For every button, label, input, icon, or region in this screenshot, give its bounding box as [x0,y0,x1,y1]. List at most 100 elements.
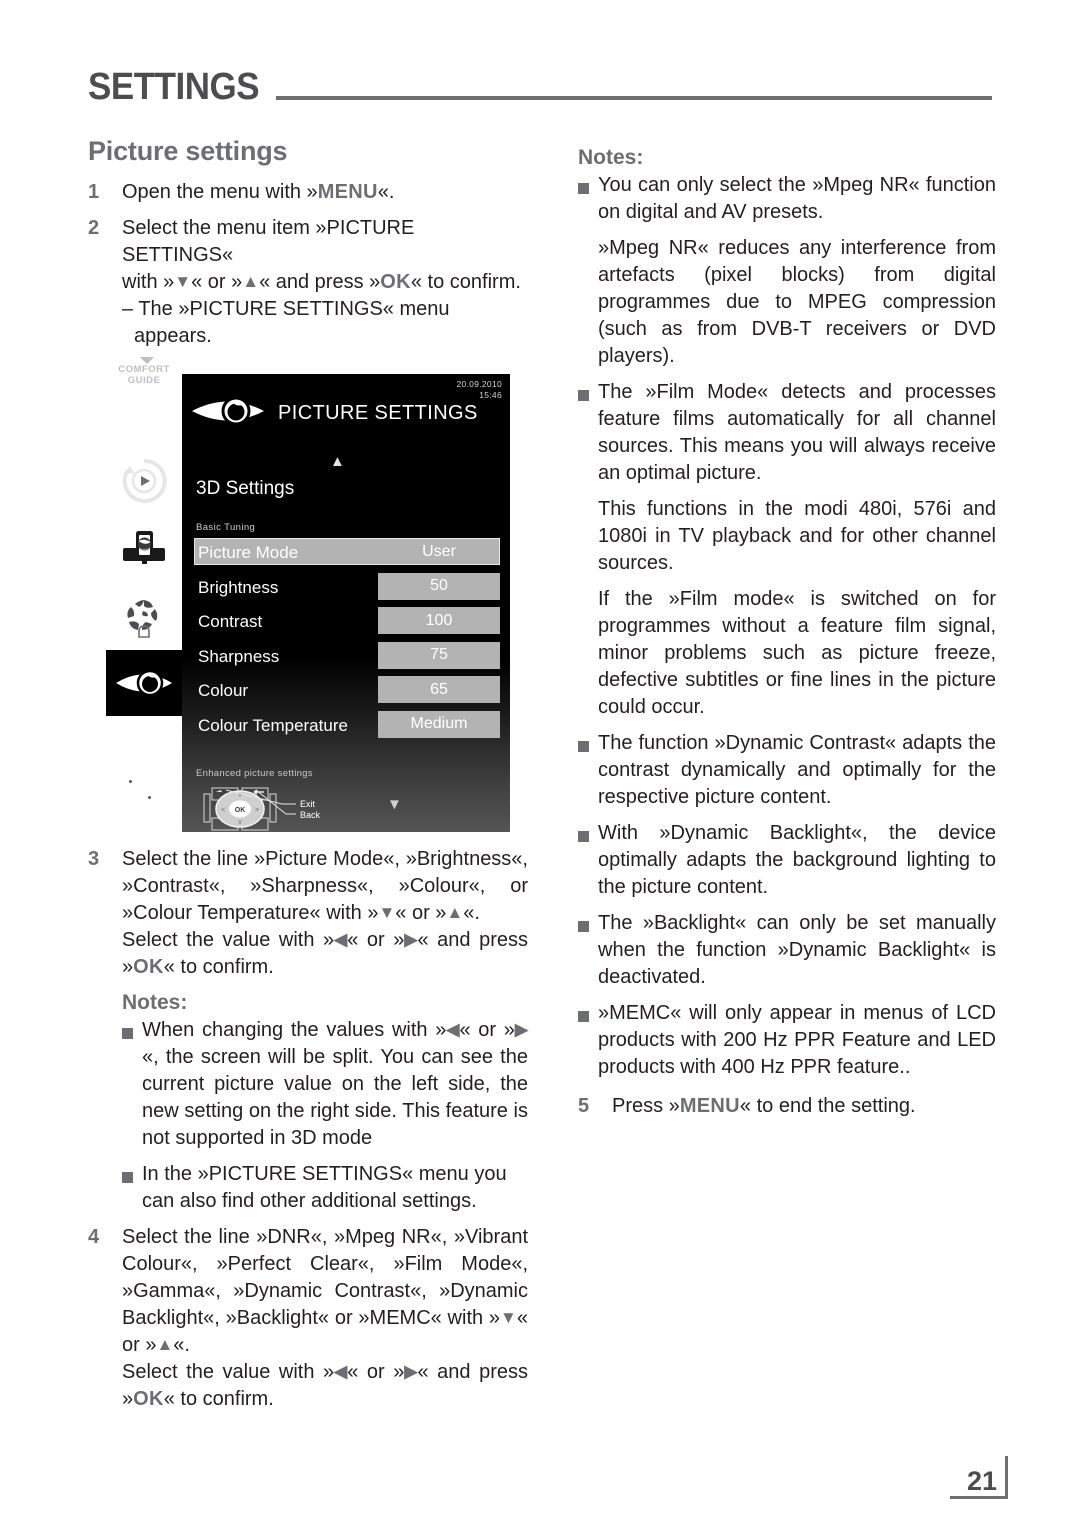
tv-navigation-pad: OK ^ v < > Exit Back [196,786,346,832]
tv-settings-list: Picture Mode User Brightness 50 Contrast… [194,536,500,743]
bullet-square-icon [578,820,598,901]
tv-menu-panel: 20.09.2010 15:46 PICTURE SETTINGS ▲ 3D S… [182,374,510,832]
tv-row-label: Colour Temperature [198,715,348,735]
step-5-text: Press »MENU« to end the setting. [612,1093,996,1120]
step-2-l2d: « to confirm. [410,271,521,293]
tv-row-colour[interactable]: Colour 65 [194,674,500,709]
note-1-b: « or » [459,1019,515,1041]
step-2-number: 2 [88,217,100,239]
arrow-left-icon: ◀ [334,1362,348,1381]
tv-row-contrast[interactable]: Contrast 100 [194,605,500,640]
tv-submenu-3d-settings[interactable]: 3D Settings [196,478,294,500]
svg-text:>: > [255,807,259,814]
sidebar-item-picture[interactable] [106,650,182,716]
step-4-l1c: «. [173,1334,190,1356]
step-1-text-b: «. [377,181,395,203]
tv-row-label: Sharpness [198,646,280,666]
left-note-1: When changing the values with »◀« or »▶ «… [122,1017,528,1152]
step-3-l1c: «. [463,902,480,924]
arrow-down-icon: ▼ [174,272,192,291]
step-2-l2c: « and press » [259,271,381,293]
sidebar-item-media-playback[interactable] [106,456,182,511]
arrow-left-icon: ◀ [446,1020,460,1039]
tv-row-value: User [422,542,456,560]
right-note-2-p2: This functions in the modi 480i, 576i an… [598,498,996,574]
arrow-right-icon: ▶ [514,1020,528,1039]
step-5-a: Press » [612,1095,680,1117]
step-2-l2b: « or » [191,271,243,293]
tv-row-picture-mode[interactable]: Picture Mode User [194,536,500,571]
step-4-text: Select the line »DNR«, »Mpeg NR«, »Vibra… [122,1224,528,1413]
tv-row-label: Picture Mode [198,543,299,563]
tv-menu-title: PICTURE SETTINGS [278,401,478,424]
right-note-1-text: You can only select the »Mpeg NR« functi… [598,172,996,370]
page-corner-rule [1005,1456,1008,1496]
right-note-3-p1: The function »Dynamic Contrast« adapts t… [598,732,996,808]
right-note-2-p1: The »Film Mode« detects and processes fe… [598,381,996,484]
step-5-number: 5 [578,1095,590,1117]
step-2-l2a: with » [122,271,175,293]
left-note-2-text: In the »PICTURE SETTINGS« menu you can a… [142,1163,507,1212]
bullet-square-icon [578,1000,598,1081]
tv-row-label: Contrast [198,612,263,632]
right-column: Notes: You can only select the »Mpeg NR«… [578,136,996,1129]
chevron-up-icon[interactable]: ▲ [330,454,345,469]
step-2: 2 Select the menu item »PICTURE SETTINGS… [88,215,528,350]
bullet-square-icon [578,172,598,370]
tv-row-value: 65 [378,676,500,703]
arrow-up-icon: ▲ [156,1335,174,1354]
key-ok: OK [133,1388,164,1410]
page-number: 21 [966,1466,997,1496]
arrow-up-icon: ▲ [446,903,464,922]
key-ok: OK [133,956,164,978]
tv-group-label: Basic Tuning [196,522,256,533]
tv-row-label: Colour [198,681,249,701]
right-note-3-text: The function »Dynamic Contrast« adapts t… [598,730,996,811]
step-2-line-2: with »▼« or »▲« and press »OK« to confir… [122,269,528,296]
tv-row-colour-temperature[interactable]: Colour Temperature Medium [194,709,500,744]
media-play-circle-icon [122,458,167,503]
tv-menu-screenshot: COMFORT GUIDE 20.09.2010 15:46 PICTURE S… [106,357,510,832]
tv-footer-label: Enhanced picture settings [196,768,313,779]
svg-text:<: < [221,807,225,814]
sidebar-item-source[interactable] [106,528,182,575]
tv-row-label: Brightness [198,577,279,597]
comfort-guide-line1: COMFORT [118,364,170,375]
chevron-down-icon[interactable]: ▼ [387,797,402,812]
right-note-6-p1: »MEMC« will only appear in menus of LCD … [598,1002,996,1078]
left-notes-heading: Notes: [122,991,188,1014]
arrow-down-icon: ▼ [500,1308,517,1327]
step-3-text: Select the line »Picture Mode«, »Brightn… [122,846,528,981]
source-device-icon [123,531,165,564]
tv-row-brightness[interactable]: Brightness 50 [194,571,500,606]
caret-down-icon [140,357,154,364]
tv-row-sharpness[interactable]: Sharpness 75 [194,640,500,675]
arrow-right-icon: ▶ [404,1362,418,1381]
step-3-l2b: « or » [347,929,405,951]
comfort-guide-line2: GUIDE [127,375,161,386]
step-1-text-a: Open the menu with » [122,181,318,203]
right-note-5-text: The »Backlight« can only be set manually… [598,910,996,991]
right-note-6-text: »MEMC« will only appear in menus of LCD … [598,1000,996,1081]
svg-text:v: v [238,819,242,826]
step-4-l2d: « to confirm. [163,1388,274,1410]
tv-sidebar-rail: COMFORT GUIDE [106,357,182,832]
step-3-l2d: « to confirm. [163,956,274,978]
step-3-l2a: Select the value with » [122,929,335,951]
bullet-square-icon [578,730,598,811]
step-1-number: 1 [88,181,100,203]
eye-picture-icon [116,669,172,697]
arrow-left-icon: ◀ [334,930,348,949]
right-note-4-p1: With »Dynamic Backlight«, the device opt… [598,822,996,898]
step-5: 5 Press »MENU« to end the setting. [578,1093,996,1120]
bullet-square-icon [578,379,598,721]
step-4-l1: Select the line »DNR«, »Mpeg NR«, »Vibra… [122,1226,528,1329]
sidebar-item-sound[interactable] [106,596,182,647]
arrow-up-icon: ▲ [242,272,260,291]
step-4-l2b: « or » [347,1361,405,1383]
right-note-5: The »Backlight« can only be set manually… [578,910,996,991]
page-underline-rule [950,1496,1008,1499]
key-ok: OK [380,271,411,293]
step-2-text: Select the menu item »PICTURE SETTINGS« … [122,215,528,350]
header-rule [276,96,992,100]
